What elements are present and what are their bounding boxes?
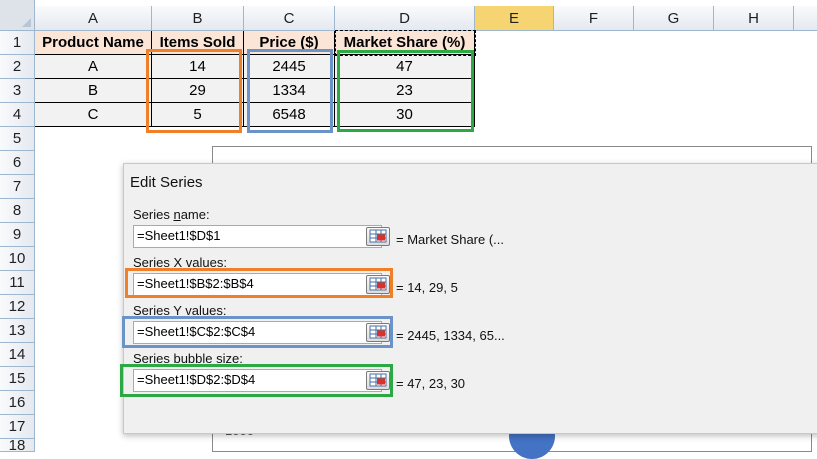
series-x-label-pre: Series	[133, 255, 174, 270]
range-picker-icon	[369, 277, 387, 291]
row-header-11[interactable]: 11	[0, 271, 35, 295]
row-header-6[interactable]: 6	[0, 151, 35, 175]
series-y-preview: = 2445, 1334, 65...	[396, 328, 505, 343]
series-name-label-post: ame:	[180, 207, 210, 222]
series-size-label-post: e:	[232, 351, 243, 366]
series-y-label-pre: Series	[133, 303, 174, 318]
row-header-1[interactable]: 1	[0, 31, 35, 55]
series-x-value: =Sheet1!$B$2:$B$4	[137, 276, 254, 291]
row-header-7[interactable]: 7	[0, 175, 35, 199]
cell-a1[interactable]: Product Name	[35, 31, 152, 55]
column-header-h[interactable]: H	[714, 6, 794, 31]
series-size-preview: = 47, 23, 30	[396, 376, 466, 391]
row-header-3[interactable]: 3	[0, 79, 35, 103]
row-header-5[interactable]: 5	[0, 127, 35, 151]
range-picker-icon	[369, 229, 387, 243]
cell-a3[interactable]: B	[35, 79, 152, 103]
cell-c2[interactable]: 2445	[244, 55, 335, 79]
cell-c1[interactable]: Price ($)	[244, 31, 335, 55]
series-name-value: =Sheet1!$D$1	[137, 228, 221, 243]
column-header-b[interactable]: B	[152, 6, 244, 31]
row-header-18[interactable]: 18	[0, 437, 35, 454]
row-header-14[interactable]: 14	[0, 343, 35, 367]
cell-d2[interactable]: 47	[335, 55, 475, 79]
select-all-corner[interactable]	[0, 0, 35, 31]
row-header-10[interactable]: 10	[0, 247, 35, 271]
cell-d3[interactable]: 23	[335, 79, 475, 103]
series-x-range-picker[interactable]	[366, 275, 390, 294]
series-size-value: =Sheet1!$D$2:$D$4	[137, 372, 256, 387]
column-header-c[interactable]: C	[244, 6, 335, 31]
cell-a2[interactable]: A	[35, 55, 152, 79]
series-x-preview: = 14, 29, 5	[396, 280, 458, 295]
cell-b1[interactable]: Items Sold	[152, 31, 244, 55]
series-y-value: =Sheet1!$C$2:$C$4	[137, 324, 256, 339]
column-header-a[interactable]: A	[35, 6, 152, 31]
cell-d4[interactable]: 30	[335, 103, 475, 127]
series-name-label-key: n	[173, 207, 181, 222]
series-x-values-field[interactable]: =Sheet1!$B$2:$B$4	[133, 273, 390, 296]
row-header-9[interactable]: 9	[0, 223, 35, 247]
column-header-e[interactable]: E	[475, 6, 554, 31]
cell-b4[interactable]: 5	[152, 103, 244, 127]
cell-b3[interactable]: 29	[152, 79, 244, 103]
series-size-range-picker[interactable]	[366, 371, 390, 390]
cell-c4[interactable]: 6548	[244, 103, 335, 127]
row-header-4[interactable]: 4	[0, 103, 35, 127]
cell-b2[interactable]: 14	[152, 55, 244, 79]
edit-series-dialog: Edit Series Series name: =Sheet1!$D$1 = …	[123, 163, 817, 434]
row-header-2[interactable]: 2	[0, 55, 35, 79]
series-y-label-post: values:	[181, 303, 227, 318]
row-header-15[interactable]: 15	[0, 367, 35, 391]
series-bubble-size-field[interactable]: =Sheet1!$D$2:$D$4	[133, 369, 390, 392]
series-size-label: Series bubble size:	[133, 351, 243, 366]
row-header-17[interactable]: 17	[0, 415, 35, 439]
series-size-label-pre: Series bubble si	[133, 351, 226, 366]
series-name-field[interactable]: =Sheet1!$D$1	[133, 225, 390, 248]
range-picker-icon	[369, 325, 387, 339]
cell-c3[interactable]: 1334	[244, 79, 335, 103]
select-all-triangle	[22, 18, 31, 27]
column-header-g[interactable]: G	[634, 6, 714, 31]
series-name-range-picker[interactable]	[366, 227, 390, 246]
series-y-label: Series Y values:	[133, 303, 226, 318]
range-picker-icon	[369, 373, 387, 387]
row-header-16[interactable]: 16	[0, 391, 35, 415]
series-x-label-post: values:	[182, 255, 227, 270]
series-y-values-field[interactable]: =Sheet1!$C$2:$C$4	[133, 321, 390, 344]
row-header-13[interactable]: 13	[0, 319, 35, 343]
dialog-title: Edit Series	[130, 174, 203, 191]
series-name-label-pre: Series	[133, 207, 174, 222]
series-y-label-key: Y	[173, 303, 182, 318]
column-header-d[interactable]: D	[335, 6, 475, 31]
row-header-12[interactable]: 12	[0, 295, 35, 319]
series-x-label: Series X values:	[133, 255, 227, 270]
column-header-f[interactable]: F	[554, 6, 634, 31]
cell-a4[interactable]: C	[35, 103, 152, 127]
cell-d1[interactable]: Market Share (%)	[335, 31, 475, 55]
series-x-label-key: X	[173, 255, 183, 270]
series-name-label: Series name:	[133, 207, 210, 222]
series-y-range-picker[interactable]	[366, 323, 390, 342]
column-header-partial	[794, 6, 817, 31]
series-name-preview: = Market Share (...	[396, 232, 505, 247]
row-header-8[interactable]: 8	[0, 199, 35, 223]
